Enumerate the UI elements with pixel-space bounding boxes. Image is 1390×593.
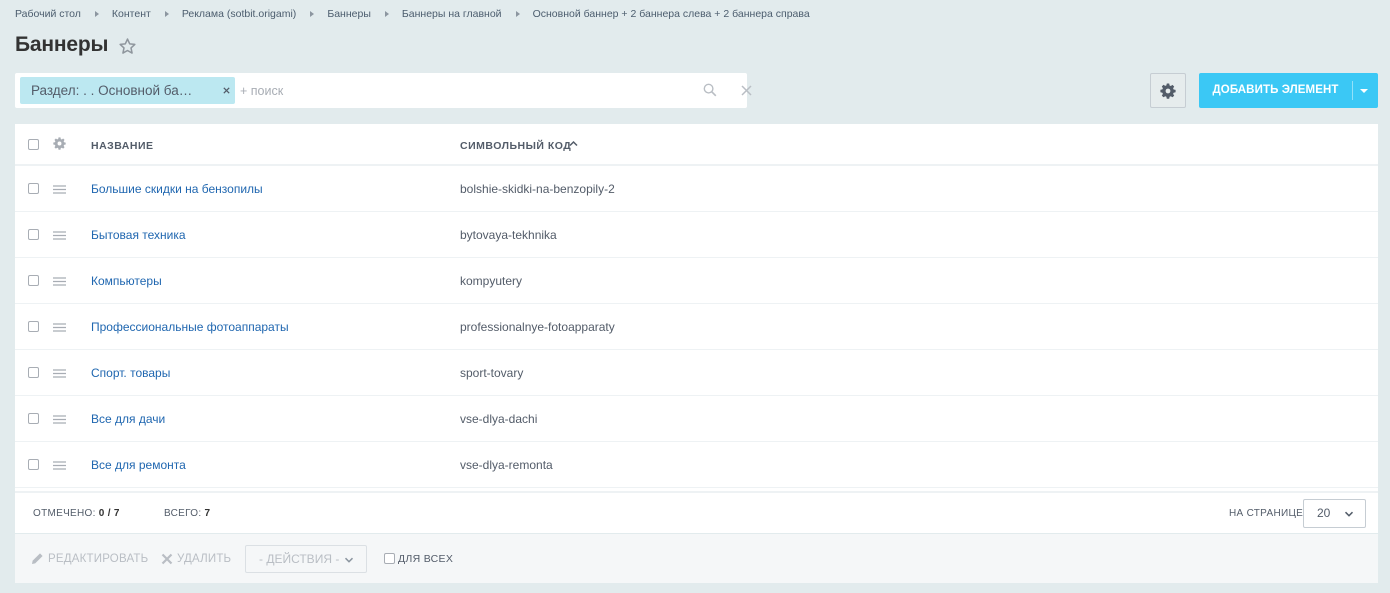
row-name-link[interactable]: Спорт. товары <box>91 350 170 396</box>
row-code: kompyutery <box>460 274 523 288</box>
row-checkbox[interactable] <box>28 459 39 470</box>
search-icon[interactable] <box>703 83 717 97</box>
actions-select-value: - ДЕЙСТВИЯ - <box>259 552 340 566</box>
breadcrumb-item[interactable]: Баннеры <box>327 8 371 20</box>
star-icon[interactable] <box>118 37 137 56</box>
for-all-label: ДЛЯ ВСЕХ <box>398 553 454 565</box>
chevron-down-icon <box>1344 511 1354 517</box>
selected-count-label: ОТМЕЧЕНО: <box>33 508 96 519</box>
breadcrumb: Рабочий стол Контент Реклама (sotbit.ori… <box>15 7 810 21</box>
button-divider <box>1352 81 1353 100</box>
row-checkbox[interactable] <box>28 183 39 194</box>
banners-grid: НАЗВАНИЕ СИМВОЛЬНЫЙ КОД Большие скидки н… <box>15 124 1378 533</box>
total-count-label: ВСЕГО: <box>164 508 202 519</box>
actions-select[interactable]: - ДЕЙСТВИЯ - <box>245 545 367 573</box>
edit-label: РЕДАКТИРОВАТЬ <box>48 552 149 565</box>
row-checkbox[interactable] <box>28 413 39 424</box>
row-code: bytovaya-tekhnika <box>460 228 557 242</box>
filter-chip[interactable]: Раздел: . . Основной ба… <box>20 77 235 104</box>
row-name-link[interactable]: Большие скидки на бензопилы <box>91 166 263 212</box>
table-row[interactable]: Компьютеры kompyutery <box>15 258 1378 304</box>
drag-handle-icon[interactable] <box>53 323 66 332</box>
selected-count-value: 0 / 7 <box>98 508 120 519</box>
table-row[interactable]: Все для дачи vse-dlya-dachi <box>15 396 1378 442</box>
row-code: bolshie-skidki-na-benzopily-2 <box>460 182 615 196</box>
breadcrumb-item[interactable]: Рабочий стол <box>15 8 81 20</box>
grid-header: НАЗВАНИЕ СИМВОЛЬНЫЙ КОД <box>15 124 1378 166</box>
drag-handle-icon[interactable] <box>53 461 66 470</box>
row-code: professionalnye-fotoapparaty <box>460 320 615 334</box>
search-input[interactable] <box>240 77 700 104</box>
table-row[interactable]: Большие скидки на бензопилы bolshie-skid… <box>15 166 1378 212</box>
row-name-link[interactable]: Бытовая техника <box>91 212 186 258</box>
column-header-code[interactable]: СИМВОЛЬНЫЙ КОД <box>460 140 571 152</box>
filter-chip-label: Раздел: . . Основной ба… <box>31 83 193 98</box>
row-checkbox[interactable] <box>28 367 39 378</box>
drag-handle-icon[interactable] <box>53 369 66 378</box>
chevron-right-icon <box>164 11 169 17</box>
row-name-link[interactable]: Профессиональные фотоаппараты <box>91 304 289 350</box>
per-page-value: 20 <box>1317 506 1331 520</box>
total-count-value: 7 <box>204 508 211 519</box>
chevron-down-icon <box>344 557 354 563</box>
chevron-right-icon <box>310 11 315 17</box>
total-count: ВСЕГО: 7 <box>164 508 210 519</box>
gear-icon <box>1160 83 1176 99</box>
row-name-link[interactable]: Все для дачи <box>91 396 165 442</box>
chevron-right-icon <box>515 11 520 17</box>
row-checkbox[interactable] <box>28 229 39 240</box>
close-icon <box>161 553 173 564</box>
drag-handle-icon[interactable] <box>53 277 66 286</box>
chevron-right-icon <box>384 11 389 17</box>
table-row[interactable]: Все для ремонта vse-dlya-remonta <box>15 442 1378 488</box>
add-element-button[interactable]: ДОБАВИТЬ ЭЛЕМЕНТ <box>1199 73 1378 108</box>
per-page-label: НА СТРАНИЦЕ: <box>1229 508 1307 519</box>
breadcrumb-item[interactable]: Контент <box>112 8 151 20</box>
for-all-checkbox[interactable] <box>384 553 395 564</box>
gear-icon[interactable] <box>53 137 66 150</box>
action-panel: РЕДАКТИРОВАТЬ УДАЛИТЬ - ДЕЙСТВИЯ - ДЛЯ В… <box>15 534 1378 583</box>
table-row[interactable]: Профессиональные фотоаппараты profession… <box>15 304 1378 350</box>
grid-settings-button[interactable] <box>1150 73 1186 108</box>
pencil-icon <box>32 553 43 564</box>
page-title: Баннеры <box>15 33 109 56</box>
per-page-select[interactable]: 20 <box>1303 499 1366 528</box>
table-row[interactable]: Спорт. товары sport-tovary <box>15 350 1378 396</box>
column-header-name[interactable]: НАЗВАНИЕ <box>91 140 154 152</box>
row-name-link[interactable]: Компьютеры <box>91 258 162 304</box>
add-element-label: ДОБАВИТЬ ЭЛЕМЕНТ <box>1212 84 1339 96</box>
table-row[interactable]: Бытовая техника bytovaya-tekhnika <box>15 212 1378 258</box>
drag-handle-icon[interactable] <box>53 185 66 194</box>
row-checkbox[interactable] <box>28 275 39 286</box>
row-name-link[interactable]: Все для ремонта <box>91 442 186 488</box>
row-code: sport-tovary <box>460 366 524 380</box>
row-code: vse-dlya-dachi <box>460 412 538 426</box>
close-icon[interactable] <box>741 85 752 96</box>
grid-footer: ОТМЕЧЕНО: 0 / 7 ВСЕГО: 7 НА СТРАНИЦЕ: 20 <box>15 491 1378 533</box>
edit-button[interactable]: РЕДАКТИРОВАТЬ <box>31 534 148 583</box>
sort-ascending-icon <box>569 140 578 147</box>
delete-label: УДАЛИТЬ <box>177 552 232 565</box>
drag-handle-icon[interactable] <box>53 231 66 240</box>
close-icon[interactable] <box>222 86 231 95</box>
breadcrumb-item[interactable]: Баннеры на главной <box>402 8 502 20</box>
delete-button[interactable]: УДАЛИТЬ <box>161 534 231 583</box>
filter-bar[interactable]: Раздел: . . Основной ба… <box>15 73 752 108</box>
breadcrumb-item[interactable]: Реклама (sotbit.origami) <box>182 8 296 20</box>
row-code: vse-dlya-remonta <box>460 458 553 472</box>
selected-count: ОТМЕЧЕНО: 0 / 7 <box>33 508 120 519</box>
breadcrumb-item[interactable]: Основной баннер + 2 баннера слева + 2 ба… <box>533 8 810 20</box>
row-checkbox[interactable] <box>28 321 39 332</box>
drag-handle-icon[interactable] <box>53 415 66 424</box>
select-all-checkbox[interactable] <box>28 139 39 150</box>
chevron-down-icon[interactable] <box>1360 89 1368 93</box>
chevron-right-icon <box>94 11 99 17</box>
